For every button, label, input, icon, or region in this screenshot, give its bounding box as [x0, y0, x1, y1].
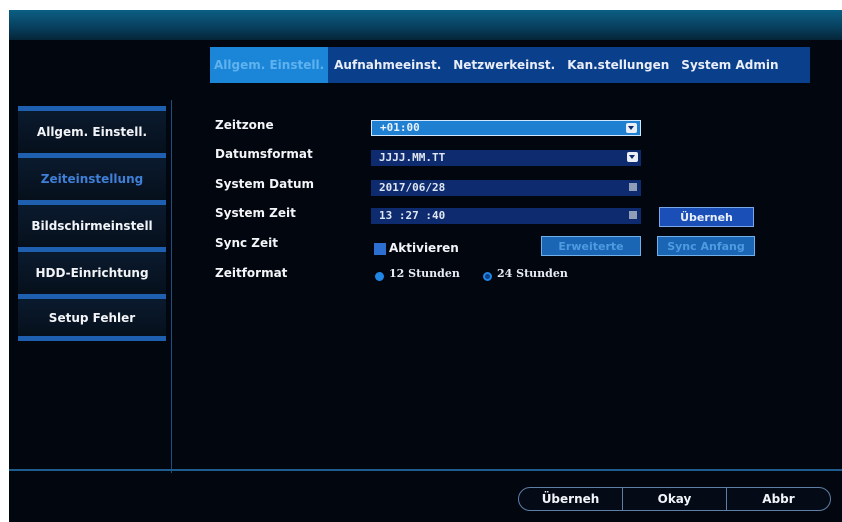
- radio-12h-label: 12 Stunden: [389, 267, 460, 280]
- sidebar: Allgem. Einstell. Zeiteinstellung Bildsc…: [18, 106, 166, 341]
- timezone-select[interactable]: +01:00: [371, 120, 641, 136]
- system-time-field[interactable]: 13 :27 :40: [371, 208, 641, 224]
- tab-channel-settings[interactable]: Kan.stellungen: [561, 47, 675, 83]
- system-date-field[interactable]: 2017/06/28: [371, 180, 641, 196]
- timezone-value: +01:00: [380, 121, 420, 134]
- sync-enable-label: Aktivieren: [389, 241, 459, 255]
- clock-icon[interactable]: [629, 211, 637, 219]
- footer-button-bar: Überneh Okay Abbr: [518, 487, 831, 511]
- system-date-label: System Datum: [215, 177, 315, 191]
- dvr-settings-screen: Allgem. Einstell. Aufnahmeeinst. Netzwer…: [9, 10, 842, 522]
- tab-general-settings[interactable]: Allgem. Einstell.: [210, 47, 329, 83]
- calendar-icon[interactable]: [629, 183, 637, 191]
- system-time-label: System Zeit: [215, 206, 296, 220]
- system-time-value: 13 :27 :40: [379, 209, 446, 222]
- sync-start-button[interactable]: Sync Anfang: [657, 236, 755, 256]
- ok-button[interactable]: Okay: [622, 488, 726, 510]
- advanced-button[interactable]: Erweiterte: [541, 236, 641, 256]
- top-bar: [9, 10, 842, 40]
- chevron-down-icon[interactable]: [627, 152, 638, 162]
- sync-time-label: Sync Zeit: [215, 236, 278, 250]
- radio-24h[interactable]: [483, 272, 492, 281]
- cancel-button[interactable]: Abbr: [726, 488, 830, 510]
- sidebar-item-setup-errors[interactable]: Setup Fehler: [18, 294, 166, 341]
- tab-bar: Allgem. Einstell. Aufnahmeeinst. Netzwer…: [210, 47, 810, 83]
- sidebar-item-label: HDD-Einrichtung: [35, 266, 149, 280]
- sidebar-item-label: Zeiteinstellung: [40, 172, 144, 186]
- tab-recording-settings[interactable]: Aufnahmeeinst.: [328, 47, 447, 83]
- sidebar-item-general[interactable]: Allgem. Einstell.: [18, 106, 166, 153]
- apply-time-button[interactable]: Überneh: [659, 207, 754, 227]
- radio-24h-label: 24 Stunden: [497, 267, 568, 280]
- sidebar-item-display-settings[interactable]: Bildschirmeinstell: [18, 200, 166, 247]
- apply-button[interactable]: Überneh: [519, 488, 622, 510]
- tab-system-admin[interactable]: System Admin: [675, 47, 784, 83]
- radio-12h[interactable]: [375, 272, 384, 281]
- sidebar-divider: [171, 100, 172, 473]
- sync-enable-checkbox[interactable]: [374, 243, 386, 255]
- dateformat-label: Datumsformat: [215, 147, 313, 161]
- sidebar-item-label: Bildschirmeinstell: [31, 219, 153, 233]
- chevron-down-icon[interactable]: [626, 123, 637, 133]
- dateformat-select[interactable]: JJJJ.MM.TT: [371, 150, 641, 166]
- system-date-value: 2017/06/28: [379, 181, 446, 194]
- footer-divider: [9, 469, 842, 471]
- sidebar-item-label: Allgem. Einstell.: [36, 125, 148, 139]
- tab-network-settings[interactable]: Netzwerkeinst.: [447, 47, 561, 83]
- timeformat-label: Zeitformat: [215, 266, 288, 280]
- sidebar-item-label: Setup Fehler: [48, 310, 136, 325]
- dateformat-value: JJJJ.MM.TT: [379, 151, 446, 164]
- timezone-label: Zeitzone: [215, 118, 274, 132]
- sidebar-item-time-settings[interactable]: Zeiteinstellung: [18, 153, 166, 200]
- sidebar-item-hdd-setup[interactable]: HDD-Einrichtung: [18, 247, 166, 294]
